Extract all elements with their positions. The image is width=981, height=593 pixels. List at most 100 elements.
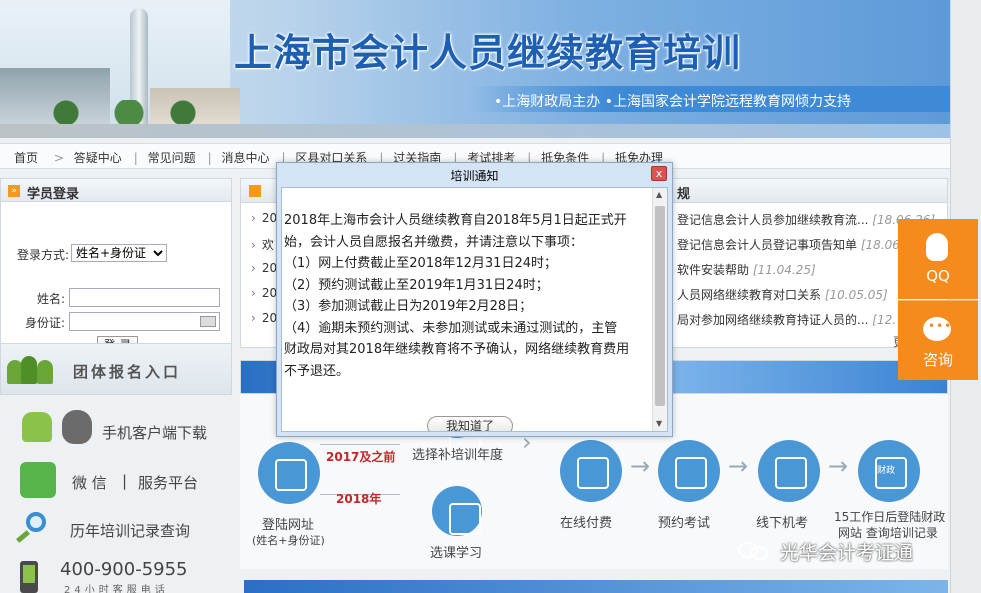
scroll-thumb[interactable] [655, 206, 665, 406]
nav-qa-center[interactable]: 答疑中心 [74, 151, 122, 165]
flow-step-study: 选课学习 [430, 546, 483, 561]
dialog-scrollbar[interactable]: ▲ ▼ [652, 188, 667, 431]
hotline-number: 400-900-5955 [60, 559, 188, 580]
nav-separator: | [207, 151, 212, 165]
lower-section-header [244, 580, 948, 593]
wechat-platform-label: 服务平台 [138, 474, 199, 492]
finance-icon-label: 财政 [877, 466, 896, 476]
flow-connector [320, 444, 400, 445]
news-header-title: 规 [677, 187, 691, 202]
news-right-item[interactable]: 局对参加网络继续教育持证人员的... [12. [677, 311, 896, 328]
news-left-item[interactable]: › 欢 [251, 236, 274, 253]
login-title: 学员登录 [27, 187, 80, 202]
nav-separator: > [53, 151, 64, 165]
year-label-2018: 2018年 [336, 492, 382, 506]
name-input[interactable] [69, 288, 220, 307]
news-date: [18.06 [860, 238, 900, 252]
news-right-item[interactable]: 人员网络继续教育对口关系 [10.05.05] [677, 286, 888, 303]
qq-icon [926, 233, 948, 261]
notice-line: 不予退还。 [284, 363, 350, 379]
chevron-right-icon: » [8, 185, 20, 197]
consult-label: 咨询 [922, 351, 953, 369]
news-date: [11.04.25] [752, 263, 816, 277]
watermark-text: 光华会计考证通 [780, 542, 914, 564]
notice-line: 2018年上海市会计人员继续教育自2018年5月1日起正式开 [284, 213, 627, 228]
calendar-check-icon [658, 440, 720, 502]
news-left-text: 20 [261, 311, 278, 325]
notice-line: 财政局对其2018年继续教育将不予确认，网络继续教育费用 [284, 342, 630, 357]
news-right-item[interactable]: 软件安装帮助 [11.04.25] [677, 261, 816, 278]
flow-arrow-icon: → [828, 452, 849, 480]
flow-step-exam: 线下机考 [756, 516, 809, 531]
flow-step-pay: 在线付费 [560, 516, 613, 531]
phone-icon [20, 561, 38, 593]
news-left-item[interactable]: › 20 [251, 211, 277, 225]
scroll-down-icon[interactable]: ▼ [656, 419, 662, 428]
news-left-text: 欢 [261, 238, 274, 252]
news-left-text: 20 [261, 286, 278, 300]
banner-ground [0, 124, 950, 138]
dialog-title: 培训通知 [450, 169, 499, 183]
wechat-icon [20, 462, 56, 498]
chat-icon [923, 317, 952, 341]
flow-step-query-a: 15工作日后登陆财政 [834, 510, 946, 524]
site-title: 上海市会计人员继续教育培训 [234, 31, 742, 75]
news-date: [10.05.05] [824, 288, 888, 302]
dialog-titlebar[interactable]: 培训通知 x [277, 163, 672, 185]
site-banner: 上海市会计人员继续教育培训 •上海财政局主办 •上海国家会计学院远程教育网倾力支… [0, 0, 950, 138]
news-right-text: 局对参加网络继续教育持证人员的... [677, 313, 869, 327]
dialog-body: 2018年上海市会计人员继续教育自2018年5月1日起正式开 始，会计人员自愿报… [281, 187, 668, 432]
acknowledge-button[interactable]: 我知道了 [427, 416, 513, 431]
chevron-right-icon [249, 185, 261, 197]
wechat-separator: | [122, 472, 128, 490]
news-right-text: 人员网络继续教育对口关系 [677, 288, 822, 302]
year-label-2017: 2017及之前 [326, 450, 396, 464]
notice-line: 始，会计人员自愿报名并缴费，并请注意以下事项： [284, 234, 584, 250]
group-signup-link[interactable]: 团体报名入口 [0, 343, 232, 395]
nav-home[interactable]: 首页 [14, 151, 38, 165]
qq-label: QQ [926, 267, 950, 285]
android-icon [22, 412, 52, 442]
login-panel: 登录方式: 姓名+身份证 姓名: 身份证: 登 录 [0, 202, 232, 362]
news-left-text: 20 [261, 211, 278, 225]
nav-faq[interactable]: 常见问题 [148, 151, 196, 165]
monitor-icon [258, 442, 320, 504]
news-left-item[interactable]: › 20 [251, 311, 277, 325]
scroll-up-icon[interactable]: ▲ [656, 190, 662, 199]
arrow-right-icon: › [251, 286, 256, 300]
news-right-item[interactable]: 登记信息会计人员登记事项告知单 [18.06 [677, 236, 900, 253]
edit-icon [758, 440, 820, 502]
payment-icon [560, 440, 622, 502]
banner-trees [30, 100, 210, 126]
notice-line: （3）参加测试截止日为2019年2月28日； [284, 299, 533, 314]
arrow-right-icon: › [251, 238, 256, 252]
history-records-link[interactable]: 历年培训记录查询 [0, 510, 232, 550]
apple-icon [62, 410, 92, 444]
left-column: » 学员登录 登录方式: 姓名+身份证 姓名: 身份证: 登 录 [0, 178, 232, 362]
news-right-item[interactable]: 登记信息会计人员参加继续教育流... [18.06.26] [677, 211, 935, 228]
flow-arrow-icon: → [728, 452, 749, 480]
login-method-select[interactable]: 姓名+身份证 [71, 244, 167, 262]
arrow-right-icon: › [251, 311, 256, 325]
qq-button[interactable]: QQ [898, 219, 978, 299]
news-left-item[interactable]: › 20 [251, 261, 277, 275]
nav-messages[interactable]: 消息中心 [222, 151, 270, 165]
notice-text: 2018年上海市会计人员继续教育自2018年5月1日起正式开 始，会计人员自愿报… [284, 210, 652, 382]
login-header: » 学员登录 [0, 178, 232, 202]
magnifier-icon [14, 512, 54, 548]
news-date: [12. [872, 313, 897, 327]
wechat-service-link[interactable]: 微 信 | 服务平台 [0, 460, 232, 500]
keyboard-icon[interactable] [200, 316, 216, 327]
flow-step-book: 预约考试 [658, 516, 711, 531]
consult-button[interactable]: 咨询 [898, 300, 978, 380]
id-input[interactable] [69, 312, 220, 331]
app-download-label: 手机客户端下载 [102, 424, 208, 442]
wechat-label: 微 信 [72, 474, 107, 492]
finance-icon: 财政 [858, 440, 920, 502]
news-left-item[interactable]: › 20 [251, 286, 277, 300]
flow-step-login: 登陆网址 [262, 518, 315, 533]
close-icon[interactable]: x [651, 166, 667, 181]
mobile-app-download[interactable]: 手机客户端下载 [0, 406, 232, 446]
wechat-watermark-icon [738, 540, 772, 562]
flow-step-year: 选择补培训年度 [412, 448, 504, 463]
